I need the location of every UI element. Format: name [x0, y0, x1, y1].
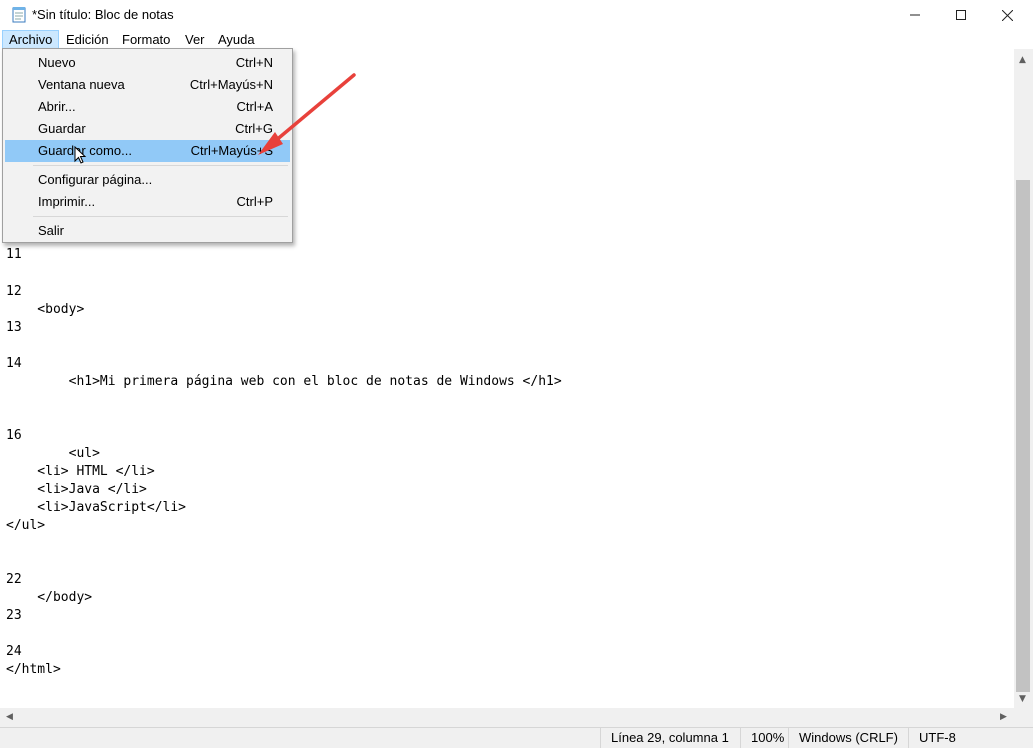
close-icon	[1001, 9, 1013, 21]
editor-line: <ul>	[6, 446, 100, 461]
menu-archivo[interactable]: Archivo	[2, 30, 60, 49]
minimize-button[interactable]	[892, 0, 938, 30]
menu-separator	[33, 165, 288, 166]
status-line-ending: Windows (CRLF)	[788, 728, 908, 748]
menu-item-abrir[interactable]: Abrir... Ctrl+A	[5, 96, 290, 118]
menu-item-label: Configurar página...	[38, 172, 153, 187]
editor-line: <h1>Mi primera página web con el bloc de…	[6, 374, 562, 389]
editor-line: 12	[6, 284, 22, 299]
editor-line: <body>	[6, 302, 85, 317]
menu-item-shortcut: Ctrl+N	[235, 55, 273, 70]
editor-line: <li>JavaScript</li>	[6, 500, 187, 515]
horizontal-scrollbar[interactable]	[0, 708, 1014, 727]
editor-line: 16	[6, 428, 22, 443]
menu-item-label: Abrir...	[38, 99, 76, 114]
editor-line: 24	[6, 644, 22, 659]
close-button[interactable]	[984, 0, 1030, 30]
menu-item-nuevo[interactable]: Nuevo Ctrl+N	[5, 52, 290, 74]
status-position: Línea 29, columna 1	[600, 728, 740, 748]
window-title: *Sin título: Bloc de notas	[32, 7, 174, 22]
menu-item-shortcut: Ctrl+A	[236, 99, 273, 114]
menu-item-label: Guardar	[38, 121, 86, 136]
notepad-icon	[12, 7, 26, 23]
file-menu-dropdown: Nuevo Ctrl+N Ventana nueva Ctrl+Mayús+N …	[2, 48, 293, 243]
editor-line: <li>Java </li>	[6, 482, 147, 497]
scrollbar-corner	[1014, 708, 1033, 727]
menu-item-salir[interactable]: Salir	[5, 220, 290, 242]
menu-item-imprimir[interactable]: Imprimir... Ctrl+P	[5, 191, 290, 213]
scroll-right-icon[interactable]: ▶	[1000, 712, 1007, 722]
editor-line: 11	[6, 247, 22, 262]
menu-item-shortcut: Ctrl+Mayús+N	[189, 77, 273, 92]
editor-line: 13	[6, 320, 22, 335]
title-bar: *Sin título: Bloc de notas	[0, 0, 1033, 30]
menu-item-label: Salir	[38, 223, 65, 238]
menu-item-shortcut: Ctrl+P	[236, 194, 273, 209]
menu-ayuda[interactable]: Ayuda	[212, 30, 261, 49]
mouse-cursor-icon	[74, 146, 87, 164]
editor-line: </ul>	[6, 518, 46, 533]
menu-separator	[33, 216, 288, 217]
editor-line: </html>	[6, 662, 61, 677]
editor-line: <li> HTML </li>	[6, 464, 155, 479]
menu-item-label: Ventana nueva	[38, 77, 125, 92]
scroll-down-icon[interactable]: ▼	[1019, 694, 1026, 704]
menu-item-label: Imprimir...	[38, 194, 96, 209]
scroll-up-icon[interactable]: ▲	[1019, 55, 1026, 65]
status-encoding: UTF-8	[908, 728, 1033, 748]
menu-ver[interactable]: Ver	[179, 30, 211, 49]
menu-bar: Archivo Edición Formato Ver Ayuda	[0, 30, 1033, 49]
menu-item-shortcut: Ctrl+Mayús+S	[190, 143, 273, 158]
menu-edicion[interactable]: Edición	[60, 30, 115, 49]
scroll-left-icon[interactable]: ◀	[6, 712, 13, 722]
menu-item-ventana-nueva[interactable]: Ventana nueva Ctrl+Mayús+N	[5, 74, 290, 96]
vertical-scroll-thumb[interactable]	[1016, 180, 1030, 692]
editor-line: 22	[6, 572, 22, 587]
editor-line: 23	[6, 608, 22, 623]
status-zoom: 100%	[740, 728, 788, 748]
menu-item-guardar[interactable]: Guardar Ctrl+G	[5, 118, 290, 140]
minimize-icon	[910, 14, 920, 16]
menu-item-guardar-como[interactable]: Guardar como... Ctrl+Mayús+S	[5, 140, 290, 162]
maximize-icon	[956, 10, 966, 20]
menu-item-configurar-pagina[interactable]: Configurar página...	[5, 169, 290, 191]
status-bar: Línea 29, columna 1 100% Windows (CRLF) …	[0, 727, 1033, 748]
menu-item-label: Nuevo	[38, 55, 76, 70]
editor-line: 14	[6, 356, 22, 371]
menu-formato[interactable]: Formato	[116, 30, 176, 49]
maximize-button[interactable]	[938, 0, 984, 30]
editor-line: </body>	[6, 590, 93, 605]
menu-item-shortcut: Ctrl+G	[235, 121, 273, 136]
